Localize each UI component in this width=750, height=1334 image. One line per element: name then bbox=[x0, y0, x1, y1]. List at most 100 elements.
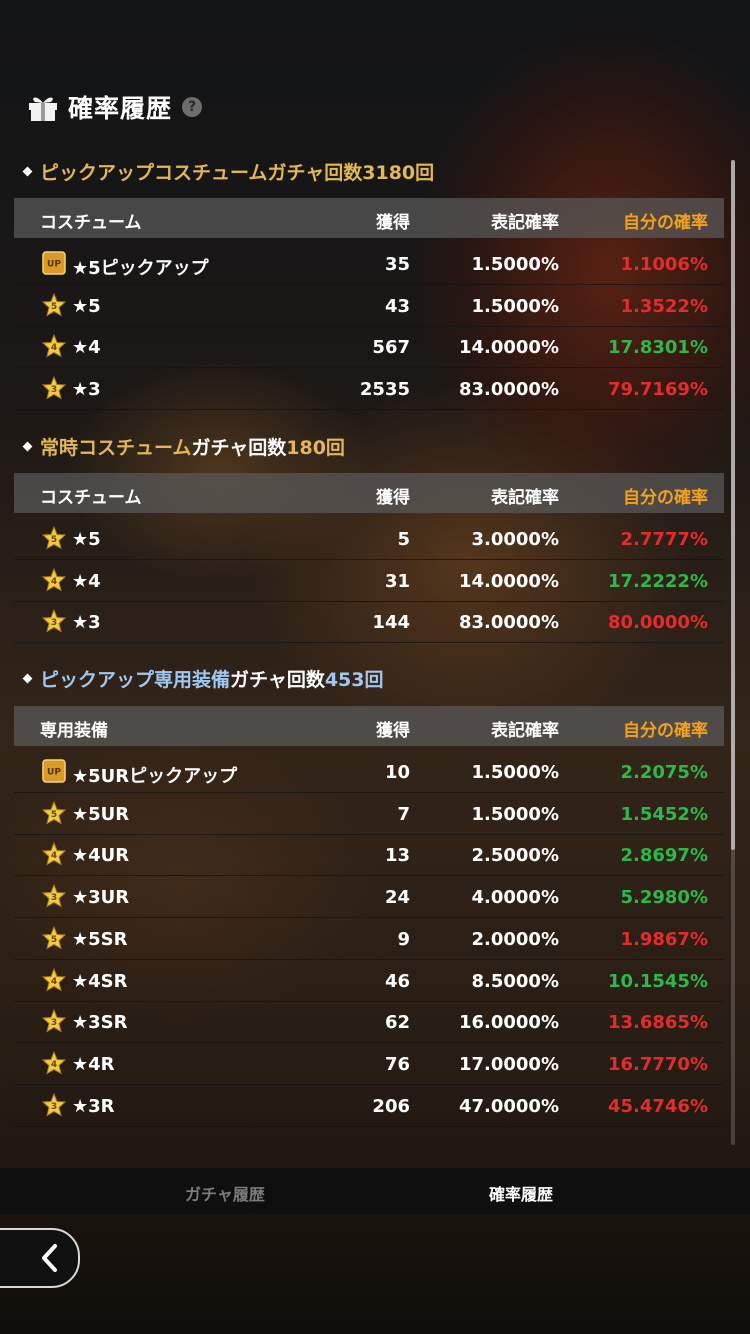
tab-bar: ガチャ履歴 確率履歴 bbox=[0, 1168, 750, 1214]
cell-rate: 3.0000% bbox=[471, 529, 560, 550]
cell-mine: 1.5452% bbox=[620, 803, 709, 825]
column-header: 表記確率 bbox=[491, 213, 559, 233]
svg-text:5: 5 bbox=[51, 535, 57, 545]
svg-text:5: 5 bbox=[51, 935, 57, 945]
cell-got: 7 bbox=[397, 803, 410, 825]
cell-mine: 2.7777% bbox=[620, 529, 709, 550]
svg-text:5: 5 bbox=[51, 810, 57, 820]
table-row: 5 ★5 5 3.0000% 2.7777% bbox=[14, 518, 724, 560]
star4-badge-icon: 4 bbox=[41, 567, 67, 592]
star5-badge-icon: 5 bbox=[41, 800, 67, 825]
cell-mine: 10.1545% bbox=[607, 970, 708, 992]
column-header: コスチューム bbox=[40, 488, 142, 508]
scrollbar-thumb[interactable] bbox=[731, 160, 735, 850]
table-row: 4 ★4UR 13 2.5000% 2.8697% bbox=[14, 834, 724, 877]
cell-rate: 16.0000% bbox=[458, 1012, 559, 1034]
cell-mine: 13.6865% bbox=[607, 1012, 708, 1034]
cell-got: 35 bbox=[384, 254, 410, 275]
cell-name: ★5URピックアップ bbox=[72, 766, 238, 787]
back-arrow-icon bbox=[42, 1244, 57, 1272]
table-row: 3 ★3 2535 83.0000% 79.7169% bbox=[14, 368, 724, 411]
cell-name: ★4SR bbox=[72, 970, 128, 992]
back-button[interactable] bbox=[0, 1228, 80, 1288]
section-title-part: ガチャ回数 bbox=[230, 668, 325, 691]
cell-mine: 45.4746% bbox=[607, 1095, 708, 1117]
tab-probability-history[interactable]: 確率履歴 bbox=[489, 1181, 553, 1205]
column-header: コスチューム bbox=[40, 213, 142, 233]
cell-name: ★4 bbox=[72, 337, 101, 359]
star3-badge-icon: 3 bbox=[41, 609, 67, 633]
table-row: 5 ★5SR 9 2.0000% 1.9867% bbox=[14, 918, 724, 960]
star4-badge-icon: 4 bbox=[41, 967, 67, 992]
up-badge-icon: UP bbox=[42, 759, 66, 783]
cell-name: ★4R bbox=[72, 1053, 115, 1075]
tab-gacha-history[interactable]: ガチャ履歴 bbox=[185, 1181, 265, 1205]
table-row: 4 ★4 567 14.0000% 17.8301% bbox=[14, 326, 724, 369]
section-title-part: 180回 bbox=[286, 436, 345, 459]
cell-rate: 1.5000% bbox=[471, 762, 560, 783]
cell-mine: 79.7169% bbox=[607, 379, 708, 401]
cell-name: ★5SR bbox=[72, 928, 128, 950]
svg-text:3: 3 bbox=[51, 385, 57, 395]
table-row: 4 ★4 31 14.0000% 17.2222% bbox=[14, 560, 724, 602]
section-title-part: ピックアップ専用装備 bbox=[40, 668, 231, 691]
table-row: 3 ★3SR 62 16.0000% 13.6865% bbox=[14, 1001, 724, 1044]
cell-rate: 2.5000% bbox=[471, 845, 560, 867]
cell-got: 144 bbox=[372, 612, 410, 634]
star3-badge-icon: 3 bbox=[41, 1008, 67, 1033]
cell-got: 10 bbox=[384, 762, 410, 783]
cell-got: 2535 bbox=[359, 379, 410, 401]
table-row: 3 ★3 144 83.0000% 80.0000% bbox=[14, 601, 724, 644]
cell-rate: 1.5000% bbox=[471, 803, 560, 825]
diamond-icon bbox=[22, 441, 33, 451]
cell-got: 31 bbox=[384, 570, 410, 592]
section-title-part: 453回 bbox=[324, 668, 384, 691]
cell-rate: 83.0000% bbox=[458, 612, 559, 634]
cell-mine: 5.2980% bbox=[620, 887, 709, 909]
cell-rate: 2.0000% bbox=[471, 928, 560, 950]
cell-got: 76 bbox=[384, 1053, 410, 1075]
cell-mine: 17.2222% bbox=[607, 570, 708, 592]
table-header: コスチューム 獲得 表記確率 自分の確率 bbox=[14, 473, 724, 513]
section-title-part: ガチャ回数 bbox=[191, 436, 287, 459]
star5-badge-icon: 5 bbox=[41, 525, 67, 550]
column-header: 獲得 bbox=[376, 488, 410, 508]
svg-text:4: 4 bbox=[51, 577, 57, 587]
cell-name: ★5 bbox=[72, 529, 101, 550]
gift-icon bbox=[29, 97, 57, 121]
column-header: 獲得 bbox=[376, 213, 410, 233]
up-badge-icon: UP bbox=[42, 251, 66, 275]
column-header: 自分の確率 bbox=[623, 488, 708, 508]
svg-text:4: 4 bbox=[51, 977, 57, 987]
table-row: 4 ★4SR 46 8.5000% 10.1545% bbox=[14, 960, 724, 1002]
cell-name: ★5ピックアップ bbox=[72, 258, 209, 279]
cell-name: ★5UR bbox=[72, 803, 130, 825]
table-row: 5 ★5 43 1.5000% 1.3522% bbox=[14, 285, 724, 327]
star4-badge-icon: 4 bbox=[41, 1050, 67, 1075]
star3-badge-icon: 3 bbox=[41, 883, 67, 908]
cell-name: ★4UR bbox=[72, 845, 130, 867]
column-header: 自分の確率 bbox=[623, 721, 708, 741]
star3-badge-icon: 3 bbox=[41, 375, 67, 400]
star3-badge-icon: 3 bbox=[41, 1092, 67, 1117]
svg-text:3: 3 bbox=[51, 893, 57, 903]
cell-name: ★3UR bbox=[72, 887, 130, 909]
cell-got: 567 bbox=[372, 337, 410, 359]
section-title-part: 3180回 bbox=[362, 161, 435, 184]
svg-text:4: 4 bbox=[51, 1060, 57, 1070]
star4-badge-icon: 4 bbox=[41, 842, 67, 866]
cell-mine: 1.3522% bbox=[620, 295, 709, 317]
table-row: 5 ★5UR 7 1.5000% 1.5452% bbox=[14, 793, 724, 835]
cell-name: ★3SR bbox=[72, 1012, 128, 1034]
cell-mine: 17.8301% bbox=[607, 337, 708, 359]
cell-rate: 1.5000% bbox=[471, 295, 560, 317]
svg-text:5: 5 bbox=[51, 302, 57, 312]
cell-mine: 16.7770% bbox=[607, 1053, 708, 1075]
svg-text:3: 3 bbox=[51, 618, 57, 628]
cell-name: ★3 bbox=[72, 612, 101, 634]
question-icon[interactable]: ? bbox=[182, 97, 203, 117]
cell-got: 46 bbox=[384, 970, 410, 992]
cell-got: 5 bbox=[397, 529, 410, 550]
diamond-icon bbox=[22, 166, 33, 176]
table-header: 専用装備 獲得 表記確率 自分の確率 bbox=[14, 706, 724, 746]
